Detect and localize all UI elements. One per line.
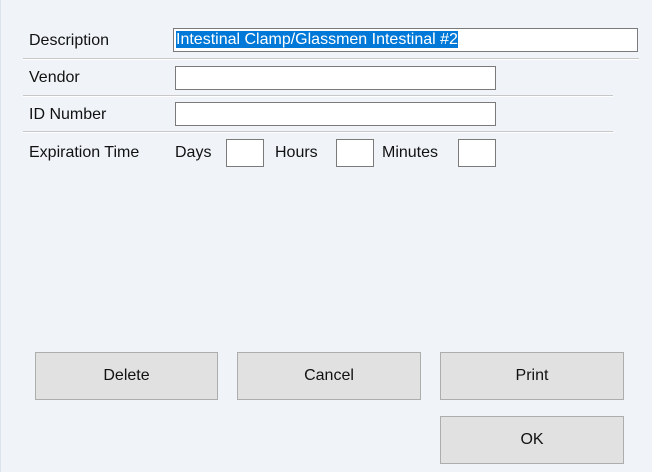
description-value: Intestinal Clamp/Glassmen Intestinal #2	[176, 31, 458, 48]
print-button[interactable]: Print	[440, 352, 624, 400]
description-label: Description	[29, 32, 110, 49]
vendor-label: Vendor	[29, 69, 80, 86]
minutes-label: Minutes	[382, 144, 439, 161]
minutes-field[interactable]	[458, 139, 496, 167]
hours-label: Hours	[275, 144, 318, 161]
id-number-label: ID Number	[29, 106, 107, 123]
item-dialog: Description Intestinal Clamp/Glassmen In…	[0, 0, 652, 472]
cancel-button[interactable]: Cancel	[237, 352, 421, 400]
id-number-field[interactable]	[175, 102, 496, 126]
days-label: Days	[175, 144, 212, 161]
vendor-field[interactable]	[175, 66, 496, 90]
days-field[interactable]	[226, 139, 264, 167]
description-field[interactable]: Intestinal Clamp/Glassmen Intestinal #2	[173, 28, 638, 52]
separator-highlight	[23, 59, 639, 60]
delete-button[interactable]: Delete	[35, 352, 218, 400]
ok-button[interactable]: OK	[440, 416, 624, 464]
hours-field[interactable]	[336, 139, 374, 167]
separator-highlight	[23, 132, 613, 133]
separator-highlight	[23, 96, 613, 97]
expiration-time-label: Expiration Time	[29, 144, 140, 161]
